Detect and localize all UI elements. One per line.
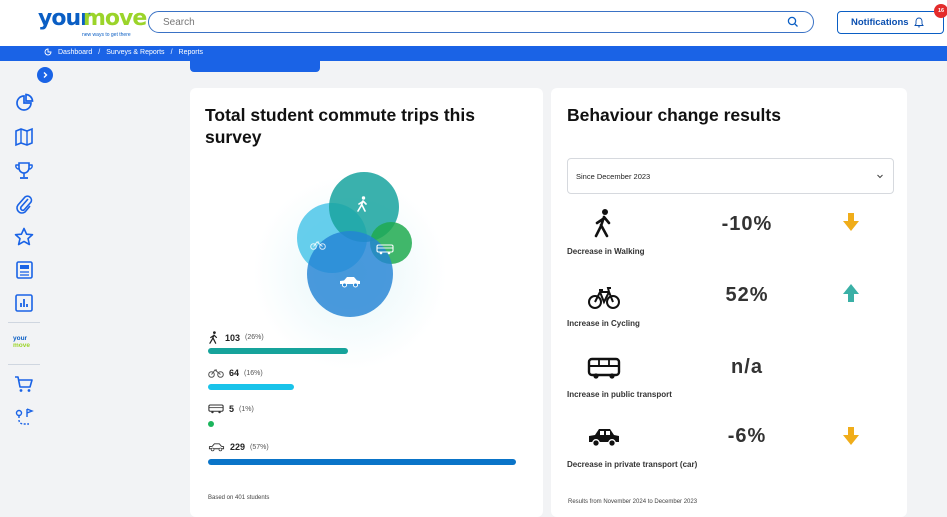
trend-down-arrow-icon bbox=[843, 427, 859, 445]
public-transport-change-value: n/a bbox=[731, 356, 763, 378]
car-icon bbox=[589, 429, 619, 447]
notifications-label: Notifications bbox=[851, 17, 909, 28]
bus-icon bbox=[208, 404, 224, 414]
stat-cycling: 64 (16%) bbox=[208, 368, 263, 378]
chevron-right-icon bbox=[43, 72, 48, 78]
logo-tagline: new ways to get there bbox=[82, 32, 131, 38]
walking-percent: (26%) bbox=[245, 334, 264, 341]
app-logo[interactable]: your move new ways to get there bbox=[38, 6, 147, 38]
behaviour-footnote: Results from November 2024 to December 2… bbox=[568, 499, 698, 505]
breadcrumb-separator: / bbox=[98, 48, 101, 56]
stat-car: 229 (57%) bbox=[208, 442, 269, 452]
car-bar bbox=[208, 459, 516, 465]
car-icon bbox=[340, 277, 360, 288]
bus-icon bbox=[376, 244, 394, 255]
mini-logo-word-move: move bbox=[13, 342, 30, 349]
public-transport-count: 5 bbox=[229, 404, 235, 414]
trend-up-arrow-icon bbox=[843, 284, 859, 302]
walking-change-value: -10% bbox=[721, 213, 773, 235]
bar-chart-icon[interactable] bbox=[13, 292, 35, 314]
cycling-change-value: 52% bbox=[725, 284, 769, 306]
route-icon[interactable] bbox=[13, 406, 35, 428]
period-select-value: Since December 2023 bbox=[576, 172, 651, 181]
breadcrumb: Dashboard / Surveys & Reports / Reports bbox=[44, 48, 203, 56]
walking-icon bbox=[594, 209, 611, 238]
car-icon bbox=[208, 443, 225, 452]
bus-icon bbox=[587, 357, 621, 379]
logo-word-move: move bbox=[83, 6, 147, 31]
walking-change-label: Decrease in Walking bbox=[567, 247, 645, 256]
top-bar: your move new ways to get there Notifica… bbox=[0, 0, 947, 46]
breadcrumb-separator: / bbox=[170, 48, 173, 56]
stat-public-transport: 5 (1%) bbox=[208, 404, 254, 414]
sidebar-expand-button[interactable] bbox=[37, 67, 53, 83]
pie-chart-icon[interactable] bbox=[13, 92, 35, 114]
car-percent: (57%) bbox=[250, 443, 269, 451]
sidebar-mini-logo[interactable]: your move bbox=[13, 335, 35, 351]
car-change-label: Decrease in private transport (car) bbox=[567, 460, 698, 469]
paperclip-icon[interactable] bbox=[13, 193, 35, 215]
notifications-button[interactable]: Notifications bbox=[837, 11, 944, 34]
cycling-bar bbox=[208, 384, 294, 390]
breadcrumb-surveys-reports[interactable]: Surveys & Reports bbox=[106, 49, 164, 56]
commute-trips-card: Total student commute trips this survey … bbox=[190, 88, 543, 517]
public-transport-percent: (1%) bbox=[239, 405, 254, 413]
star-icon[interactable] bbox=[13, 226, 35, 248]
bicycle-icon bbox=[310, 241, 326, 250]
breadcrumb-bar: Dashboard / Surveys & Reports / Reports bbox=[0, 46, 947, 61]
behaviour-change-card: Behaviour change results Since December … bbox=[551, 88, 907, 517]
cart-icon[interactable] bbox=[13, 373, 35, 395]
walking-icon bbox=[209, 331, 218, 344]
walking-bar bbox=[208, 348, 348, 354]
behaviour-change-title: Behaviour change results bbox=[567, 105, 781, 125]
map-icon[interactable] bbox=[13, 126, 35, 148]
chevron-down-icon bbox=[877, 174, 883, 179]
period-select[interactable]: Since December 2023 bbox=[567, 158, 894, 194]
car-change-value: -6% bbox=[727, 425, 767, 447]
public-transport-bar bbox=[208, 421, 214, 427]
search-bar bbox=[148, 11, 814, 33]
cycling-count: 64 bbox=[229, 368, 240, 378]
car-count: 229 bbox=[230, 442, 246, 452]
commute-trips-title: Total student commute trips this survey bbox=[205, 105, 475, 147]
trips-footnote: Based on 401 students bbox=[208, 495, 270, 501]
newspaper-icon[interactable] bbox=[13, 259, 35, 281]
mode-bubble-chart bbox=[240, 163, 460, 373]
report-tab-indicator[interactable] bbox=[190, 61, 320, 72]
dashboard-icon bbox=[44, 48, 52, 56]
sidebar-divider bbox=[8, 364, 40, 365]
bicycle-icon bbox=[588, 287, 620, 309]
mini-logo-word-your: your bbox=[13, 335, 28, 342]
cycling-change-label: Increase in Cycling bbox=[567, 319, 640, 328]
trend-down-arrow-icon bbox=[843, 213, 859, 231]
breadcrumb-dashboard[interactable]: Dashboard bbox=[58, 49, 92, 56]
sidebar-divider bbox=[8, 322, 40, 323]
trophy-icon[interactable] bbox=[13, 160, 35, 182]
notification-count-badge: 16 bbox=[934, 4, 947, 18]
walking-icon bbox=[357, 196, 367, 212]
public-transport-change-label: Increase in public transport bbox=[567, 390, 672, 399]
bell-icon bbox=[913, 17, 924, 28]
bicycle-icon bbox=[208, 369, 224, 378]
stat-walking: 103 (26%) bbox=[208, 331, 264, 344]
search-input[interactable] bbox=[163, 14, 763, 30]
breadcrumb-reports[interactable]: Reports bbox=[179, 49, 204, 56]
cycling-percent: (16%) bbox=[244, 369, 263, 377]
walking-count: 103 bbox=[225, 332, 241, 343]
search-icon[interactable] bbox=[787, 16, 799, 28]
